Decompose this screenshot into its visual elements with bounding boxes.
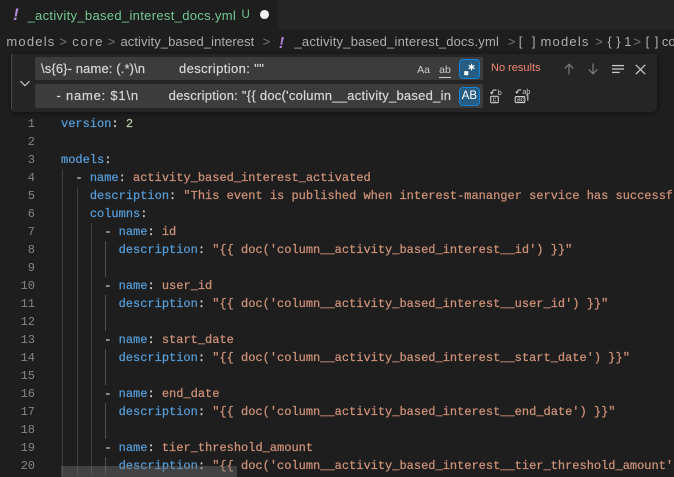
svg-text:ac: ac [517,96,525,103]
svg-text:b: b [498,88,502,97]
svg-text:c: c [493,94,497,103]
